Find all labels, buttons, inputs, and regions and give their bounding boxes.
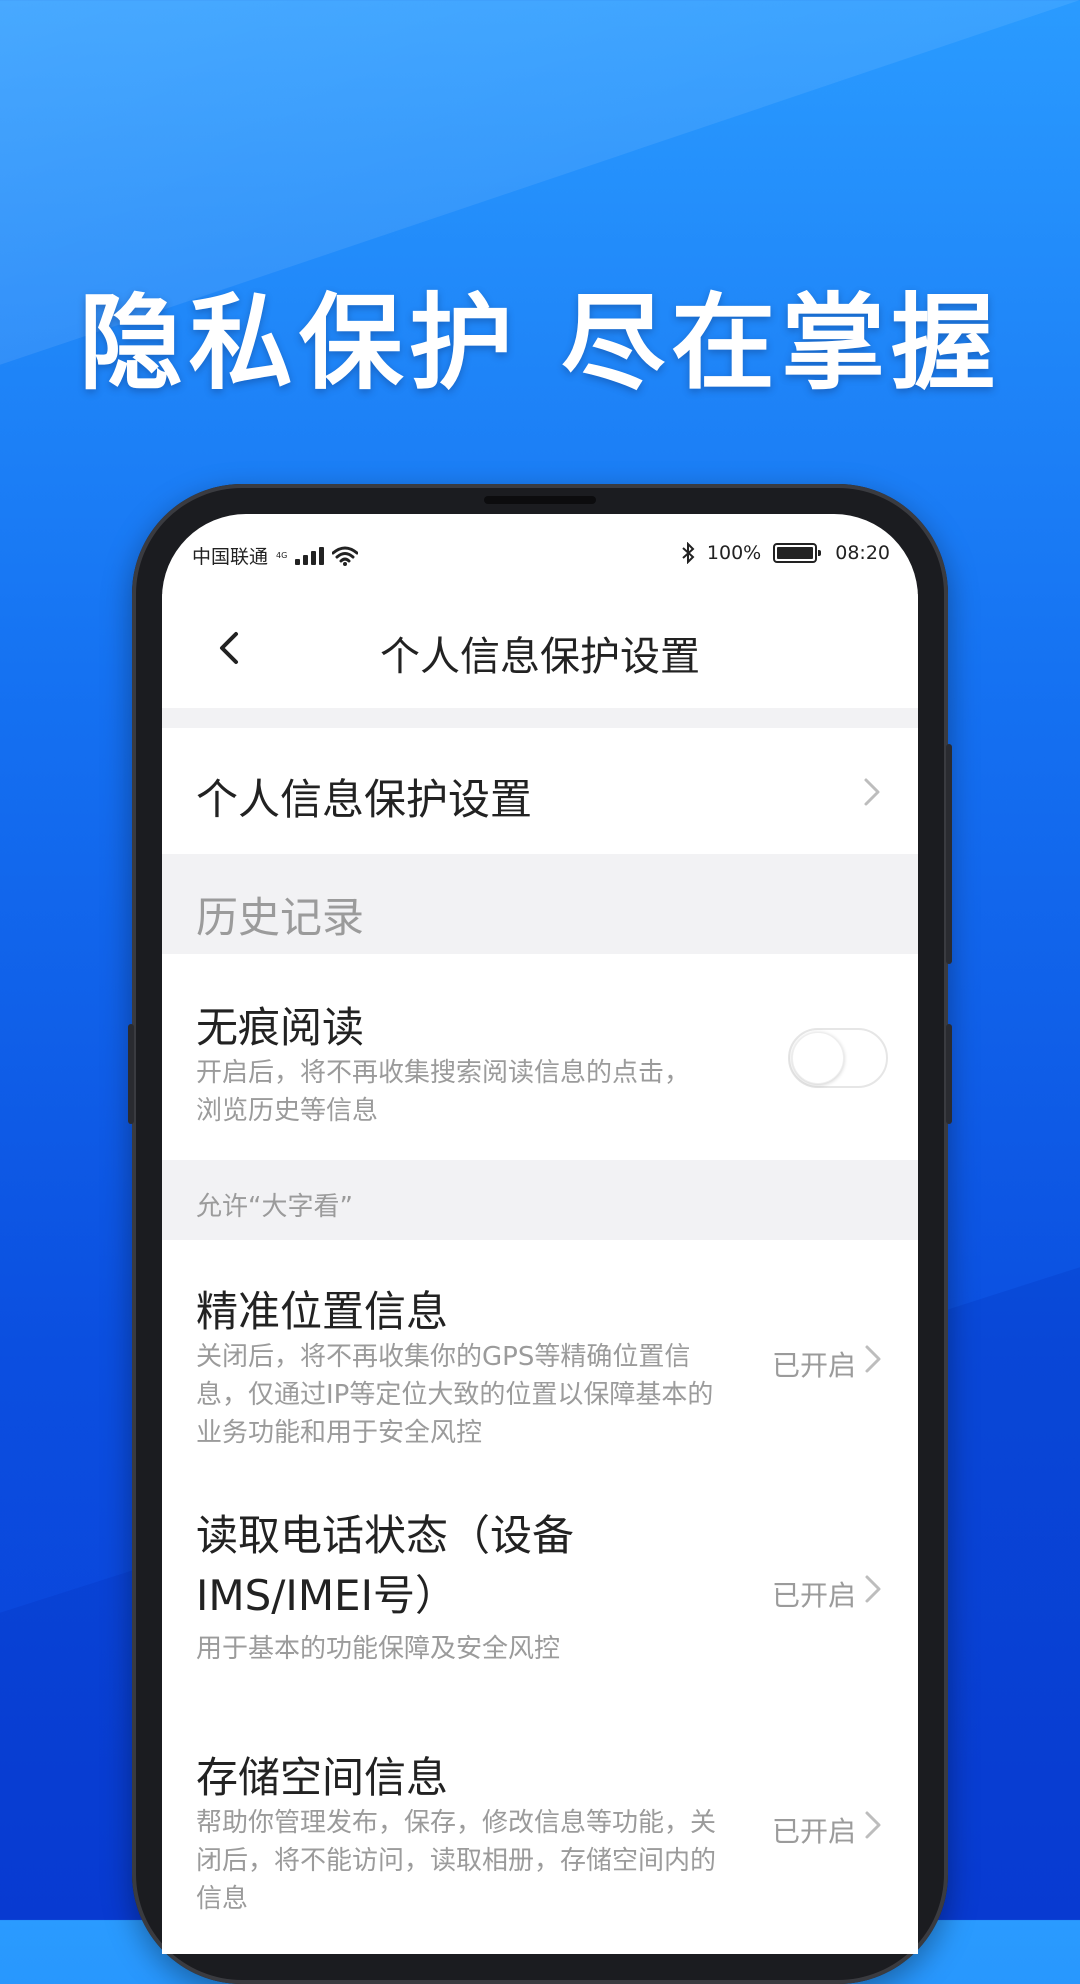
phone-screen: 中国联通 4G 100% 08:20 个人信息保护设置 个人信息保护设置 历史记… <box>162 514 918 1954</box>
network-type-label: 4G <box>276 550 288 560</box>
permission-description: 帮助你管理发布，保存，修改信息等功能，关闭后，将不能访问，读取相册，存储空间内的… <box>196 1808 717 1914</box>
section-title: 允许“大字看” <box>196 1192 353 1222</box>
row-label: 个人信息保护设置 <box>196 775 533 824</box>
row-title: 无痕阅读 <box>196 1003 365 1052</box>
permission-status: 已开启 <box>772 1815 857 1848</box>
phone-mockup: 中国联通 4G 100% 08:20 个人信息保护设置 个人信息保护设置 历史记… <box>128 484 952 1984</box>
clock: 08:20 <box>835 542 890 564</box>
history-section-header: 历史记录 <box>162 854 918 954</box>
status-bar: 中国联通 4G 100% 08:20 <box>162 514 918 594</box>
chevron-right-icon <box>865 1575 881 1603</box>
incognito-toggle[interactable] <box>788 1028 888 1088</box>
bluetooth-icon <box>682 542 695 564</box>
permission-item-location[interactable]: 精准位置信息 关闭后，将不再收集你的GPS等精确位置信息，仅通过IP等定位大致的… <box>162 1240 918 1470</box>
section-divider <box>162 708 918 728</box>
battery-icon <box>773 543 822 563</box>
permission-item-storage[interactable]: 存储空间信息 帮助你管理发布，保存，修改信息等功能，关闭后，将不能访问，读取相册… <box>162 1710 918 1954</box>
chevron-right-icon <box>864 778 880 806</box>
permission-title: 存储空间信息 <box>196 1753 449 1802</box>
toggle-knob <box>792 1032 844 1084</box>
section-title: 历史记录 <box>196 893 365 942</box>
navigation-bar: 个人信息保护设置 <box>162 594 918 708</box>
battery-percent: 100% <box>706 542 762 564</box>
permission-title: 精准位置信息 <box>196 1287 449 1336</box>
permission-description: 用于基本的功能保障及安全风控 <box>196 1634 561 1664</box>
privacy-settings-row[interactable]: 个人信息保护设置 <box>162 728 918 854</box>
carrier-label: 中国联通 <box>192 546 269 568</box>
promo-headline: 隐私保护 尽在掌握 <box>78 282 1002 404</box>
permissions-section-header: 允许“大字看” <box>162 1160 918 1240</box>
wifi-icon <box>332 546 359 566</box>
row-description: 开启后，将不再收集搜索阅读信息的点击，浏览历史等信息 <box>196 1058 691 1126</box>
permission-description: 关闭后，将不再收集你的GPS等精确位置信息，仅通过IP等定位大致的位置以保障基本… <box>196 1342 714 1448</box>
permission-status: 已开启 <box>772 1349 857 1382</box>
chevron-right-icon <box>865 1811 881 1839</box>
permissions-list: 精准位置信息 关闭后，将不再收集你的GPS等精确位置信息，仅通过IP等定位大致的… <box>162 1240 918 1954</box>
page-title: 个人信息保护设置 <box>380 634 700 680</box>
phone-speaker <box>484 496 596 504</box>
signal-icon <box>295 546 325 565</box>
permission-item-phone-state[interactable]: 读取电话状态（设备IMS/IMEI号） 用于基本的功能保障及安全风控 已开启 <box>162 1470 918 1710</box>
permission-title: 读取电话状态（设备IMS/IMEI号） <box>196 1511 575 1620</box>
phone-side-button <box>128 1024 134 1124</box>
permission-status: 已开启 <box>772 1579 857 1612</box>
phone-side-button <box>946 1024 952 1124</box>
chevron-right-icon <box>865 1345 881 1373</box>
incognito-reading-row: 无痕阅读 开启后，将不再收集搜索阅读信息的点击，浏览历史等信息 <box>162 954 918 1160</box>
phone-side-button <box>946 744 952 964</box>
